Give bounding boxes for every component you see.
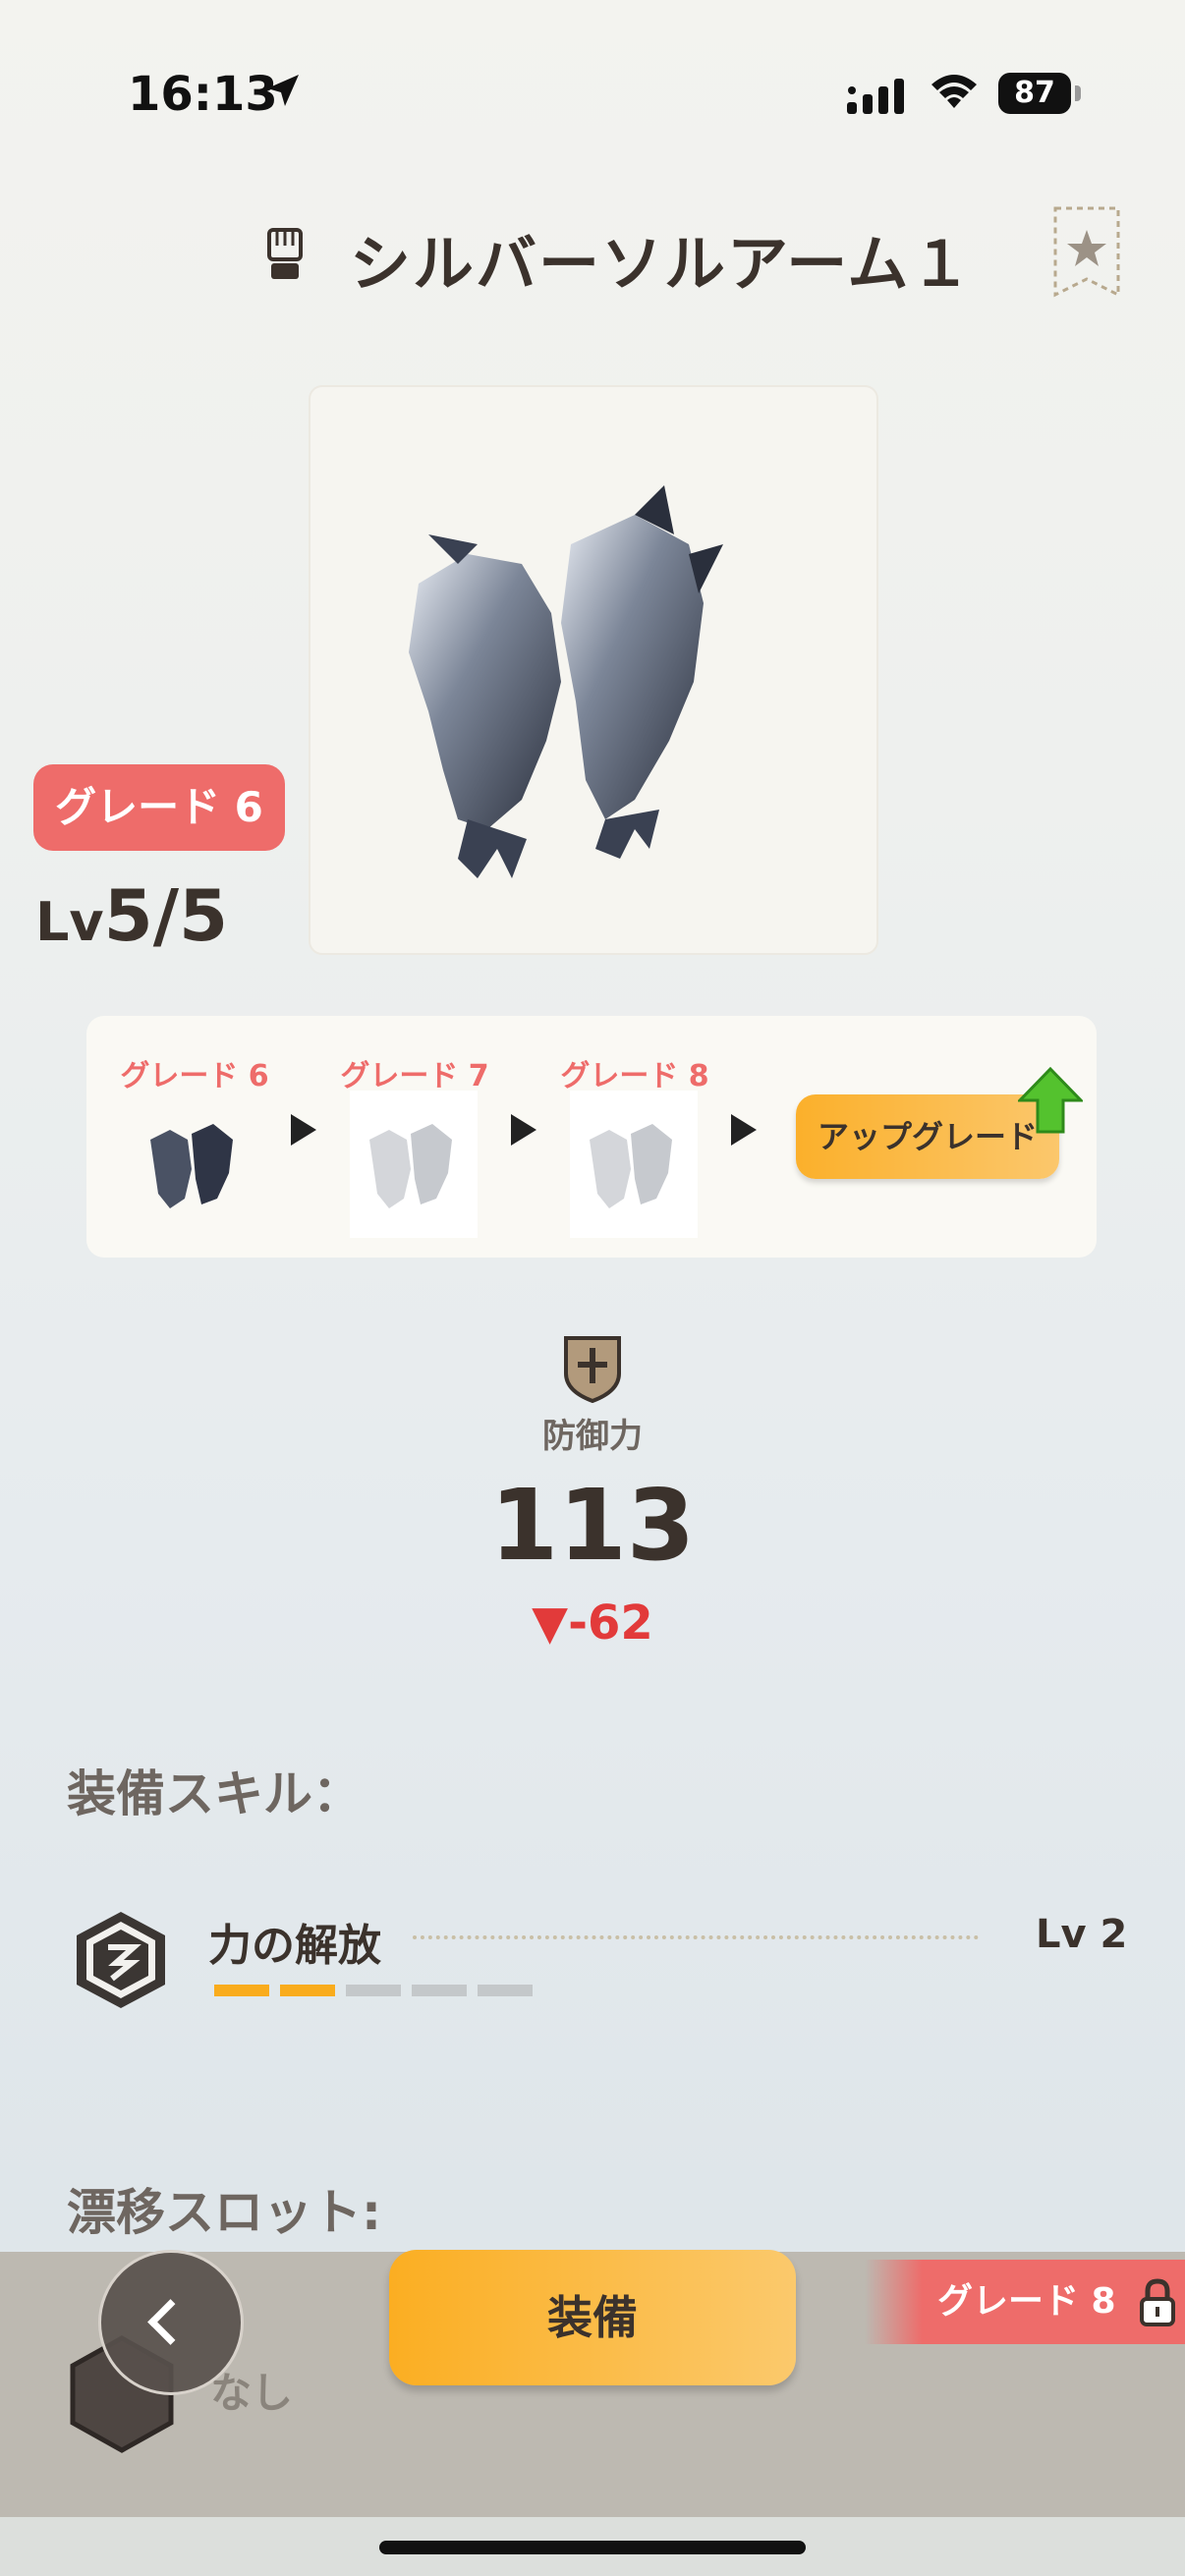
location-arrow-icon (267, 75, 299, 106)
status-time: 16:13 (128, 67, 278, 122)
item-level: Lv5/5 (35, 874, 228, 957)
skill-level-pip (280, 1985, 335, 1996)
skill-name: 力の解放 (208, 1921, 381, 1971)
grade-step-label: グレード 7 (340, 1059, 489, 1093)
grade-lock-label: グレード 8 (937, 2281, 1116, 2322)
back-button[interactable] (98, 2250, 244, 2395)
star-bookmark-icon[interactable] (1051, 204, 1122, 299)
grade-lock-tag: グレード 8 (865, 2260, 1185, 2344)
grade-step-label: グレード 8 (560, 1059, 709, 1093)
skill-hex-icon[interactable] (69, 1908, 173, 2012)
level-prefix: Lv (35, 891, 104, 953)
arrow-right-icon (511, 1114, 536, 1146)
grade-badge: グレード 6 (33, 764, 285, 851)
skill-divider (413, 1935, 979, 1939)
lock-icon (1140, 2278, 1175, 2326)
item-image-frame (309, 385, 878, 955)
cellular-signal-icon (847, 79, 904, 114)
level-value: 5/5 (103, 874, 229, 957)
skill-level-pip (478, 1985, 533, 1996)
shield-icon (564, 1336, 621, 1403)
grade-6-item-icon[interactable] (131, 1100, 258, 1228)
gauntlet-icon (267, 228, 303, 279)
skill-level-pip (412, 1985, 467, 1996)
battery-level: 87 (998, 73, 1071, 114)
drift-slot-title: 漂移スロット: (67, 2184, 381, 2241)
skill-level: Lv 2 (1036, 1912, 1128, 1957)
green-up-arrow-icon (1018, 1067, 1083, 1134)
grade-8-item-icon[interactable] (570, 1100, 698, 1228)
defense-label: 防御力 (542, 1417, 643, 1456)
wifi-icon (931, 75, 977, 108)
skill-level-pip (346, 1985, 401, 1996)
grade-step-label: グレード 6 (120, 1059, 269, 1093)
home-indicator (379, 2541, 806, 2554)
defense-value: 113 (489, 1468, 696, 1583)
battery-indicator: 87 (998, 73, 1081, 114)
skill-level-pip (214, 1985, 269, 1996)
equip-button[interactable]: 装備 (389, 2250, 796, 2385)
equipment-skills-title: 装備スキル： (67, 1765, 362, 1822)
chevron-left-icon (147, 2299, 194, 2345)
page-title: シルバーソルアーム１ (350, 228, 974, 300)
grade-7-item-icon[interactable] (350, 1100, 478, 1228)
arrow-right-icon (731, 1114, 757, 1146)
grade-path-card: グレード 6 グレード 7 グレード 8 アップグレード (86, 1016, 1097, 1258)
defense-diff: ▼-62 (532, 1596, 653, 1651)
gauntlets-image (409, 485, 723, 878)
arrow-right-icon (291, 1114, 316, 1146)
